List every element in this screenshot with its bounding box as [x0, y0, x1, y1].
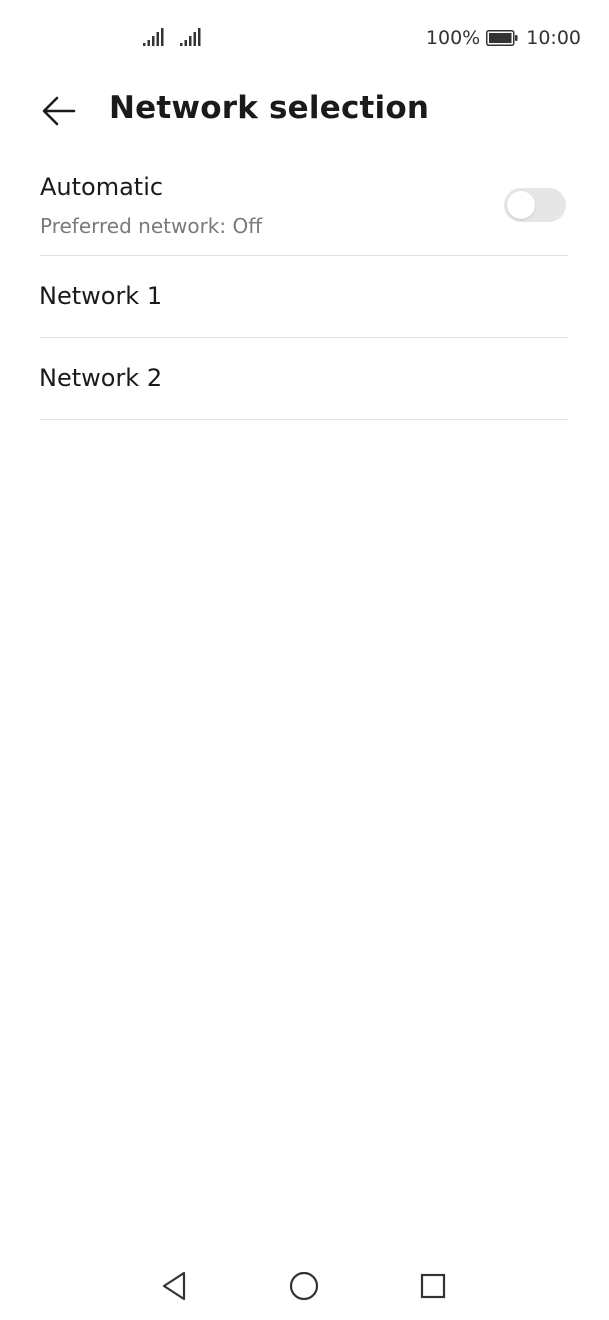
- nav-recents-button[interactable]: [415, 1268, 451, 1304]
- automatic-row[interactable]: Automatic Preferred network: Off: [40, 160, 568, 256]
- back-button[interactable]: [36, 88, 82, 134]
- automatic-label: Automatic: [40, 173, 164, 201]
- page-title: Network selection: [109, 90, 430, 126]
- nav-home-button[interactable]: [286, 1268, 322, 1304]
- arrow-left-icon: [42, 96, 76, 126]
- network-label: Network 2: [39, 364, 163, 392]
- battery-percent: 100%: [425, 27, 481, 49]
- navigation-bar: [0, 1250, 609, 1320]
- network-label: Network 1: [39, 282, 163, 310]
- status-right: 100% 10:00: [426, 25, 581, 51]
- header: Network selection: [0, 78, 609, 142]
- nav-home-icon: [289, 1271, 319, 1301]
- list-item-network-1[interactable]: Network 1: [39, 256, 568, 338]
- list-item-network-2[interactable]: Network 2: [39, 338, 568, 420]
- automatic-subtitle: Preferred network: Off: [40, 214, 262, 238]
- settings-list: Automatic Preferred network: Off Network…: [39, 160, 568, 420]
- signal-icon: [180, 28, 201, 46]
- automatic-toggle[interactable]: [504, 188, 566, 222]
- clock: 10:00: [526, 27, 581, 49]
- nav-back-icon: [162, 1271, 186, 1301]
- battery-icon: [486, 30, 518, 46]
- toggle-knob: [507, 191, 535, 219]
- nav-back-button[interactable]: [156, 1268, 192, 1304]
- nav-recents-icon: [420, 1273, 446, 1299]
- signal-icon: [143, 28, 164, 46]
- status-bar: 100% 10:00: [0, 0, 609, 76]
